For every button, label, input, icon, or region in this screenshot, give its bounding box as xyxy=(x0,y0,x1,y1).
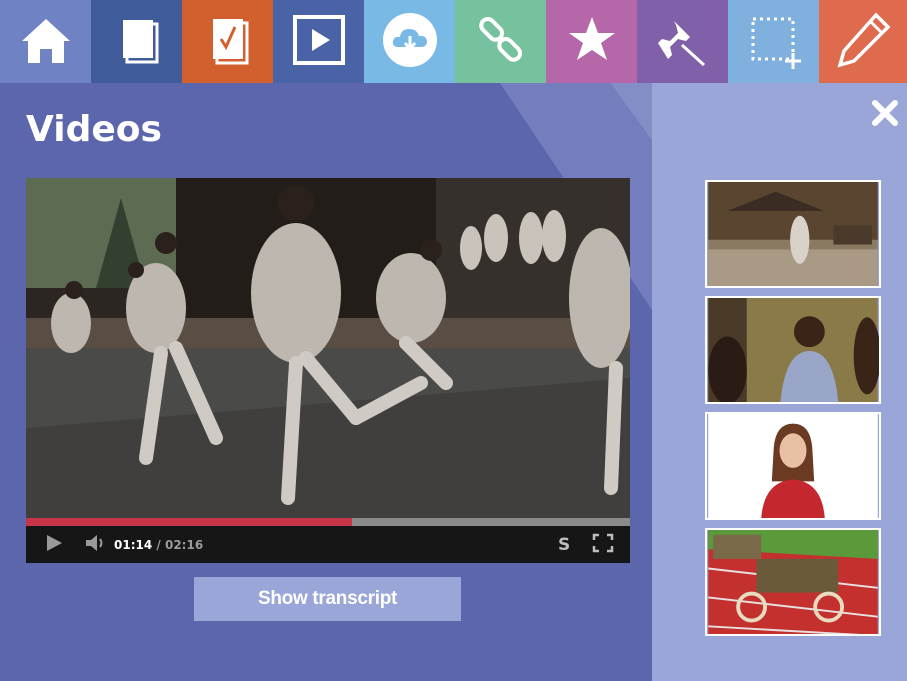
playlist-thumbnail-1[interactable] xyxy=(705,180,881,288)
toolbar-checklist-button[interactable] xyxy=(182,0,273,83)
play-triangle-icon xyxy=(44,533,64,557)
cloud-download-icon xyxy=(379,9,441,75)
toolbar-play-button[interactable] xyxy=(273,0,364,83)
close-button[interactable] xyxy=(866,96,904,134)
playlist-thumbnail-2[interactable] xyxy=(705,296,881,404)
pin-icon xyxy=(652,9,714,75)
classroom-thumbnail xyxy=(708,298,879,402)
cart-thumbnail xyxy=(708,530,878,634)
home-icon xyxy=(15,9,77,75)
toolbar-home-button[interactable] xyxy=(0,0,91,83)
progress-bar[interactable] xyxy=(26,518,630,526)
playlist-thumbnail-3[interactable] xyxy=(705,412,881,520)
star-icon xyxy=(561,9,623,75)
toolbar xyxy=(0,0,907,83)
pencil-icon xyxy=(832,9,894,75)
toolbar-star-button[interactable] xyxy=(546,0,637,83)
toolbar-download-button[interactable] xyxy=(364,0,455,83)
toolbar-link-button[interactable] xyxy=(455,0,546,83)
video-still-image xyxy=(26,178,630,518)
toolbar-pin-button[interactable] xyxy=(637,0,728,83)
select-area-icon xyxy=(743,9,805,75)
subtitles-button[interactable]: S xyxy=(558,535,580,555)
video-frame[interactable] xyxy=(26,178,630,518)
video-player[interactable]: 01:14 / 02:16 S xyxy=(26,178,630,563)
checklist-icon xyxy=(197,9,259,75)
play-icon xyxy=(288,9,350,75)
temple-thumbnail xyxy=(708,182,878,286)
volume-button[interactable] xyxy=(84,533,108,557)
pages-icon xyxy=(106,9,168,75)
time-display: 01:14 / 02:16 xyxy=(114,538,203,552)
page-title: Videos xyxy=(26,109,162,150)
show-transcript-button[interactable]: Show transcript xyxy=(194,577,461,621)
play-button[interactable] xyxy=(44,533,68,557)
duration: 02:16 xyxy=(164,537,204,552)
close-icon xyxy=(870,98,900,132)
volume-icon xyxy=(84,533,106,557)
progress-bar-fill xyxy=(26,518,353,526)
toolbar-pencil-button[interactable] xyxy=(819,0,907,83)
time-separator: / xyxy=(156,537,161,552)
playlist-thumbnail-4[interactable] xyxy=(705,528,881,636)
fullscreen-button[interactable] xyxy=(592,533,616,557)
presenter-thumbnail xyxy=(708,414,878,518)
toolbar-pages-button[interactable] xyxy=(91,0,182,83)
toolbar-select-area-button[interactable] xyxy=(728,0,819,83)
player-controls: 01:14 / 02:16 S xyxy=(26,526,630,563)
current-time: 01:14 xyxy=(114,537,153,552)
fullscreen-icon xyxy=(592,533,614,557)
link-icon xyxy=(470,9,532,75)
